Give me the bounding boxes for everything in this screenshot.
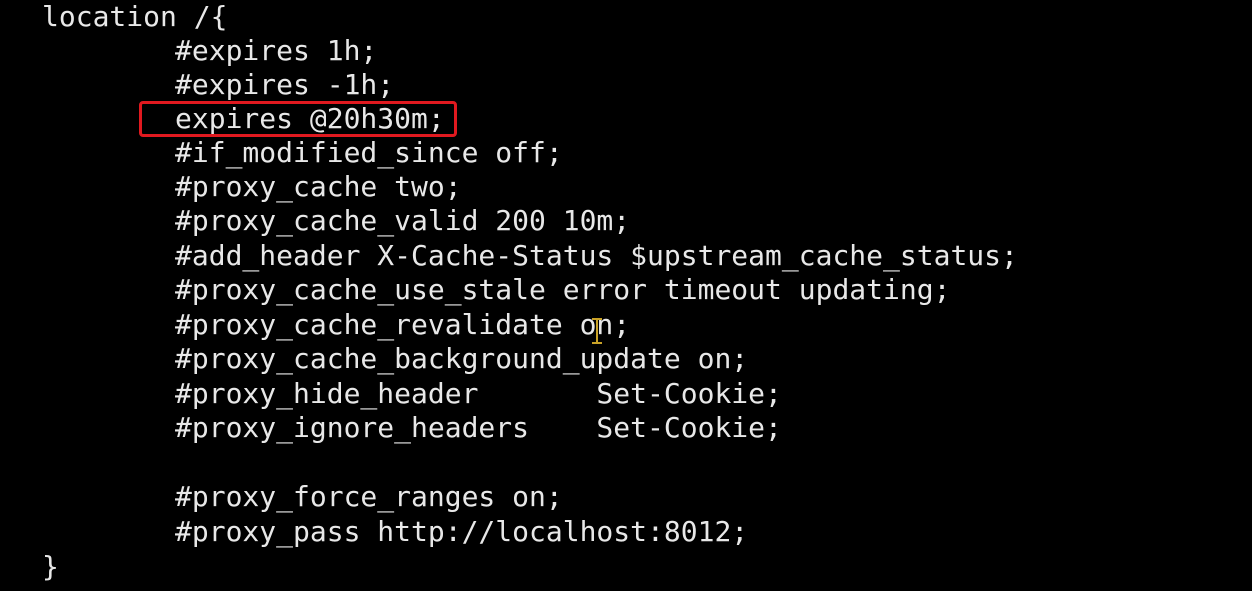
code-line-proxy-hide-header: #proxy_hide_header Set-Cookie; <box>175 377 782 410</box>
code-line-location-open: location /{ <box>42 0 228 33</box>
code-line-add-header: #add_header X-Cache-Status $upstream_cac… <box>175 239 1018 272</box>
code-line-expires-1h: #expires 1h; <box>175 34 378 67</box>
code-line-proxy-ignore-headers: #proxy_ignore_headers Set-Cookie; <box>175 411 782 444</box>
code-line-proxy-cache-use-stale: #proxy_cache_use_stale error timeout upd… <box>175 273 951 306</box>
code-line-proxy-cache: #proxy_cache two; <box>175 170 462 203</box>
code-line-proxy-pass: #proxy_pass http://localhost:8012; <box>175 515 749 548</box>
code-line-location-close: } <box>42 550 59 583</box>
terminal-window[interactable]: location /{ #expires 1h; #expires -1h; e… <box>0 0 1252 591</box>
code-line-proxy-cache-background-update: #proxy_cache_background_update on; <box>175 342 749 375</box>
text-cursor-icon <box>592 318 602 346</box>
highlight-box <box>139 101 457 137</box>
code-line-proxy-cache-valid: #proxy_cache_valid 200 10m; <box>175 204 631 237</box>
code-line-proxy-cache-revalidate: #proxy_cache_revalidate on; <box>175 308 631 341</box>
code-line-if-modified-since: #if_modified_since off; <box>175 136 563 169</box>
code-line-proxy-force-ranges: #proxy_force_ranges on; <box>175 480 563 513</box>
code-line-expires-minus-1h: #expires -1h; <box>175 68 395 101</box>
